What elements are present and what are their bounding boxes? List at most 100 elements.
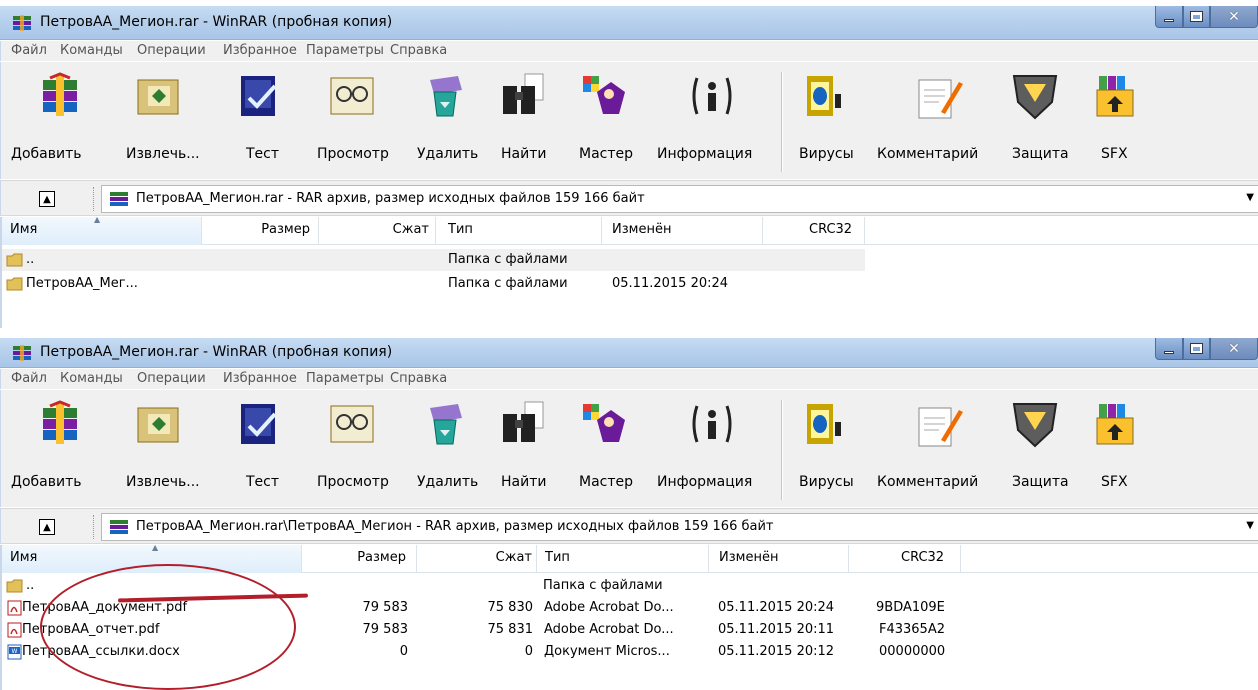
menu-file[interactable]: Файл <box>11 371 47 386</box>
row-packed: 0 <box>524 644 533 659</box>
menu-options[interactable]: Параметры <box>306 371 384 386</box>
column-size[interactable]: Размер <box>302 545 417 573</box>
dropdown-arrow-icon[interactable]: ▼ <box>1246 192 1254 203</box>
menu-bar: Файл Команды Операции Избранное Параметр… <box>0 41 1258 61</box>
row-crc: 00000000 <box>879 644 946 659</box>
row-type: Папка с файлами <box>543 578 663 593</box>
sfx-button[interactable]: SFX <box>1091 394 1141 502</box>
find-icon <box>503 401 544 442</box>
column-crc32-label: CRC32 <box>809 222 853 237</box>
protect-button[interactable]: Защита <box>1004 66 1070 174</box>
up-folder-button[interactable]: ▲ <box>39 191 55 207</box>
sort-asc-icon: ▲ <box>94 215 101 224</box>
menu-commands[interactable]: Команды <box>60 43 123 58</box>
column-type-label: Тип <box>448 222 473 237</box>
table-row[interactable]: ПетровАА_Мег... Папка с файлами 05.11.20… <box>2 273 1258 295</box>
virus-scan-icon <box>807 76 841 116</box>
view-button[interactable]: Просмотр <box>307 66 399 174</box>
window-controls: ✕ <box>1155 6 1258 28</box>
menu-file[interactable]: Файл <box>11 43 47 58</box>
archive-icon <box>110 520 128 534</box>
menu-operations[interactable]: Операции <box>137 371 206 386</box>
sfx-label: SFX <box>1101 474 1128 490</box>
sfx-label: SFX <box>1101 146 1128 162</box>
test-button[interactable]: Тест <box>227 66 291 174</box>
up-arrow-icon: ▲ <box>43 521 51 533</box>
info-icon <box>692 77 732 115</box>
row-packed: 75 830 <box>487 600 534 615</box>
column-crc32[interactable]: CRC32 <box>763 217 865 245</box>
sfx-icon <box>1096 404 1134 445</box>
column-size[interactable]: Размер <box>202 217 319 245</box>
delete-button[interactable]: Удалить <box>408 394 480 502</box>
menu-favorites[interactable]: Избранное <box>223 43 297 58</box>
column-type[interactable]: Тип <box>436 217 602 245</box>
title-bar[interactable]: ПетровАА_Мегион.rar - WinRAR (пробная ко… <box>0 6 1258 40</box>
address-field[interactable]: ПетровАА_Мегион.rar\ПетровАА_Мегион - RA… <box>101 513 1258 541</box>
virus-scan-button[interactable]: Вирусы <box>791 394 859 502</box>
add-button[interactable]: Добавить <box>11 66 111 174</box>
address-text: ПетровАА_Мегион.rar\ПетровАА_Мегион - RA… <box>136 519 774 534</box>
column-packed[interactable]: Сжат <box>417 545 537 573</box>
view-button[interactable]: Просмотр <box>307 394 399 502</box>
info-button[interactable]: Информация <box>649 394 773 502</box>
comment-button[interactable]: Комментарий <box>871 394 997 502</box>
extract-icon <box>137 79 179 115</box>
title-bar[interactable]: ПетровАА_Мегион.rar - WinRAR (пробная ко… <box>0 338 1258 368</box>
column-packed[interactable]: Сжат <box>319 217 436 245</box>
find-button[interactable]: Найти <box>493 66 553 174</box>
sfx-icon <box>1096 76 1134 117</box>
comment-button[interactable]: Комментарий <box>871 66 997 174</box>
protect-icon <box>1012 75 1058 120</box>
close-button[interactable]: ✕ <box>1210 338 1258 360</box>
add-button[interactable]: Добавить <box>11 394 111 502</box>
close-button[interactable]: ✕ <box>1210 6 1258 28</box>
menu-options[interactable]: Параметры <box>306 43 384 58</box>
row-modified: 05.11.2015 20:24 <box>718 600 835 615</box>
column-modified-label: Изменён <box>612 222 672 237</box>
protect-button[interactable]: Защита <box>1004 394 1070 502</box>
info-button[interactable]: Информация <box>649 66 773 174</box>
toolbar-grip <box>93 187 97 211</box>
delete-button[interactable]: Удалить <box>408 66 480 174</box>
minimize-icon <box>1164 351 1174 354</box>
sfx-button[interactable]: SFX <box>1091 66 1141 174</box>
add-label: Добавить <box>11 146 82 162</box>
column-crc32-label: CRC32 <box>901 550 945 565</box>
dropdown-arrow-icon[interactable]: ▼ <box>1246 520 1254 531</box>
extract-button[interactable]: Извлечь... <box>116 66 208 174</box>
address-field[interactable]: ПетровАА_Мегион.rar - RAR архив, размер … <box>101 185 1258 213</box>
test-icon <box>241 76 277 116</box>
column-packed-label: Сжат <box>495 550 532 565</box>
wizard-button[interactable]: Мастер <box>569 66 641 174</box>
menu-help[interactable]: Справка <box>390 371 447 386</box>
column-modified[interactable]: Изменён <box>602 217 763 245</box>
comment-label: Комментарий <box>877 474 979 490</box>
menu-favorites[interactable]: Избранное <box>223 371 297 386</box>
menu-commands[interactable]: Команды <box>60 371 123 386</box>
menu-help[interactable]: Справка <box>390 43 447 58</box>
maximize-button[interactable] <box>1183 338 1210 360</box>
test-button[interactable]: Тест <box>227 394 291 502</box>
column-name[interactable]: ▲ Имя <box>2 215 202 245</box>
minimize-button[interactable] <box>1155 338 1183 360</box>
delete-icon <box>430 76 462 117</box>
table-row[interactable]: .. Папка с файлами <box>2 249 865 271</box>
toolbar-separator <box>781 72 783 172</box>
wizard-button[interactable]: Мастер <box>569 394 641 502</box>
comment-label: Комментарий <box>877 146 979 162</box>
column-crc32[interactable]: CRC32 <box>849 545 961 573</box>
maximize-button[interactable] <box>1183 6 1210 28</box>
column-name-label: Имя <box>10 222 38 237</box>
extract-button[interactable]: Извлечь... <box>116 394 208 502</box>
menu-operations[interactable]: Операции <box>137 43 206 58</box>
column-modified[interactable]: Изменён <box>709 545 849 573</box>
up-folder-button[interactable]: ▲ <box>39 519 55 535</box>
column-packed-label: Сжат <box>392 222 429 237</box>
row-name: .. <box>26 578 35 593</box>
minimize-button[interactable] <box>1155 6 1183 28</box>
view-label: Просмотр <box>317 474 389 490</box>
column-type[interactable]: Тип <box>537 545 709 573</box>
virus-scan-button[interactable]: Вирусы <box>791 66 859 174</box>
find-button[interactable]: Найти <box>493 394 553 502</box>
